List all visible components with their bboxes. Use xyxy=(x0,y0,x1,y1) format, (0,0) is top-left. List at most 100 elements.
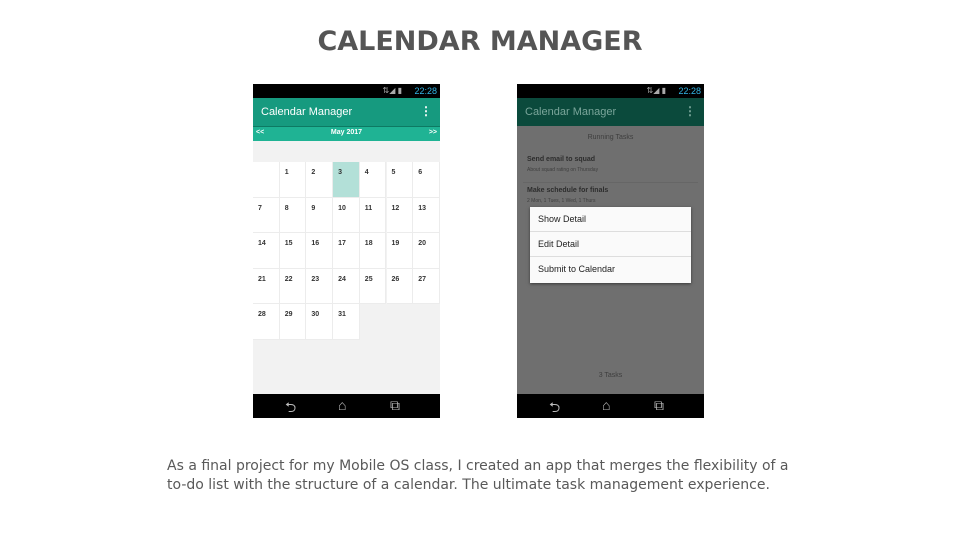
app-title: Calendar Manager xyxy=(261,106,353,118)
android-nav-bar: ⮌ ⌂ ⧉ xyxy=(517,394,704,418)
calendar-day-12[interactable]: 12 xyxy=(386,197,414,233)
calendar-day-number: 31 xyxy=(338,311,346,318)
calendar-day-3[interactable]: 3 xyxy=(333,162,360,198)
calendar-day-17[interactable]: 17 xyxy=(333,233,360,269)
next-month-button[interactable]: >> xyxy=(429,129,437,136)
calendar-day-number: 1 xyxy=(284,169,289,176)
task-item[interactable]: Send email to squad About squad rating o… xyxy=(527,156,697,173)
calendar-day-number: 26 xyxy=(391,275,400,283)
calendar-day-number: 21 xyxy=(258,275,266,283)
calendar-day-number: 18 xyxy=(364,240,373,247)
calendar-day-7[interactable]: 7 xyxy=(253,197,280,233)
signal-battery-icons: ⇅◢ ▮ xyxy=(646,86,666,95)
app-title: Calendar Manager xyxy=(525,106,617,118)
calendar-day-31[interactable]: 31 xyxy=(333,304,360,340)
calendar-day-number: 15 xyxy=(284,240,293,247)
calendar-day-11[interactable]: 11 xyxy=(359,197,387,233)
calendar-day-number: 17 xyxy=(338,240,346,247)
calendar-day-21[interactable]: 21 xyxy=(253,268,280,304)
calendar-day-number: 9 xyxy=(311,204,316,212)
calendar-day-28[interactable]: 28 xyxy=(253,304,280,340)
month-navigation-bar: << May 2017 >> xyxy=(253,126,440,141)
calendar-day-2[interactable]: 2 xyxy=(306,162,334,198)
menu-item-show-detail[interactable]: Show Detail xyxy=(530,207,691,232)
task-detail: About squad rating on Thursday xyxy=(527,167,599,173)
calendar-day-number: 8 xyxy=(284,204,289,212)
phone-tasks-screen: ⇅◢ ▮ 22:28 Calendar Manager ⋮ Running Ta… xyxy=(517,84,704,418)
overflow-menu-icon[interactable]: ⋮ xyxy=(420,104,432,118)
calendar-day-number: 22 xyxy=(284,275,293,283)
calendar-day-number: 23 xyxy=(311,275,320,283)
calendar-day-number: 3 xyxy=(338,169,342,176)
calendar-day-16[interactable]: 16 xyxy=(306,233,334,269)
calendar-day-number: 6 xyxy=(418,169,423,176)
app-bar: Calendar Manager ⋮ xyxy=(253,98,440,126)
calendar-day-22[interactable]: 22 xyxy=(279,268,307,304)
app-bar: Calendar Manager ⋮ xyxy=(517,98,704,126)
calendar-day-6[interactable]: 6 xyxy=(413,162,440,198)
calendar-day-15[interactable]: 15 xyxy=(279,233,307,269)
calendar-blank-cell xyxy=(253,162,280,198)
calendar-day-number: 27 xyxy=(418,275,426,283)
calendar-day-number: 2 xyxy=(311,169,316,176)
calendar-day-number: 28 xyxy=(258,311,266,318)
calendar-day-number: 12 xyxy=(391,204,400,212)
calendar-day-number: 19 xyxy=(391,240,400,247)
status-clock: 22:28 xyxy=(678,86,701,96)
home-icon[interactable]: ⌂ xyxy=(338,397,346,413)
calendar-day-number: 29 xyxy=(284,311,293,318)
menu-item-edit-detail[interactable]: Edit Detail xyxy=(530,232,691,257)
calendar-day-number: 13 xyxy=(418,204,426,212)
calendar-day-20[interactable]: 20 xyxy=(413,233,440,269)
calendar-day-number: 24 xyxy=(338,275,346,283)
task-detail: 2 Mon, 1 Tues, 1 Wed, 1 Thurs xyxy=(527,198,596,204)
calendar-day-number: 7 xyxy=(258,204,262,212)
status-clock: 22:28 xyxy=(414,86,437,96)
calendar-day-number: 4 xyxy=(364,169,369,176)
calendar-day-number: 5 xyxy=(391,169,396,176)
task-title: Send email to squad xyxy=(527,156,596,163)
calendar-day-24[interactable]: 24 xyxy=(333,268,360,304)
task-title: Make schedule for finals xyxy=(527,187,609,194)
task-count: 3 Tasks xyxy=(598,372,623,379)
recents-icon[interactable]: ⧉ xyxy=(654,397,664,414)
context-menu: Show Detail Edit Detail Submit to Calend… xyxy=(530,207,691,283)
status-bar: ⇅◢ ▮ 22:28 xyxy=(517,84,704,98)
android-nav-bar: ⮌ ⌂ ⧉ xyxy=(253,394,440,418)
calendar-day-26[interactable]: 26 xyxy=(386,268,414,304)
calendar-day-13[interactable]: 13 xyxy=(413,197,440,233)
calendar-day-23[interactable]: 23 xyxy=(306,268,334,304)
menu-item-submit-to-calendar[interactable]: Submit to Calendar xyxy=(530,257,691,282)
divider xyxy=(523,182,698,183)
back-icon[interactable]: ⮌ xyxy=(549,397,560,418)
recents-icon[interactable]: ⧉ xyxy=(390,397,400,414)
running-tasks-heading: Running Tasks xyxy=(587,134,634,141)
task-item[interactable]: Make schedule for finals 2 Mon, 1 Tues, … xyxy=(527,187,697,204)
calendar-day-1[interactable]: 1 xyxy=(279,162,307,198)
slide-title: CALENDAR MANAGER xyxy=(317,26,643,57)
calendar-day-8[interactable]: 8 xyxy=(279,197,307,233)
calendar-day-4[interactable]: 4 xyxy=(359,162,387,198)
calendar-day-29[interactable]: 29 xyxy=(279,304,307,340)
calendar-day-number: 20 xyxy=(418,240,426,247)
phone-calendar-screen: ⇅◢ ▮ 22:28 Calendar Manager ⋮ << May 201… xyxy=(253,84,440,418)
calendar-day-number: 30 xyxy=(311,311,320,318)
calendar-day-25[interactable]: 25 xyxy=(359,268,387,304)
calendar-day-number: 16 xyxy=(311,240,320,247)
calendar-day-10[interactable]: 10 xyxy=(333,197,360,233)
calendar-day-9[interactable]: 9 xyxy=(306,197,334,233)
slide-caption: As a final project for my Mobile OS clas… xyxy=(167,458,789,493)
calendar-day-27[interactable]: 27 xyxy=(413,268,440,304)
calendar-day-19[interactable]: 19 xyxy=(386,233,414,269)
overflow-menu-icon[interactable]: ⋮ xyxy=(684,104,696,118)
home-icon[interactable]: ⌂ xyxy=(602,397,610,413)
calendar-day-5[interactable]: 5 xyxy=(386,162,414,198)
calendar-day-30[interactable]: 30 xyxy=(306,304,334,340)
calendar-day-14[interactable]: 14 xyxy=(253,233,280,269)
calendar-day-number: 10 xyxy=(338,204,346,212)
back-icon[interactable]: ⮌ xyxy=(285,397,296,418)
signal-battery-icons: ⇅◢ ▮ xyxy=(382,86,402,95)
calendar-day-18[interactable]: 18 xyxy=(359,233,387,269)
calendar-day-number: 11 xyxy=(364,204,373,212)
month-label: May 2017 xyxy=(330,129,363,136)
